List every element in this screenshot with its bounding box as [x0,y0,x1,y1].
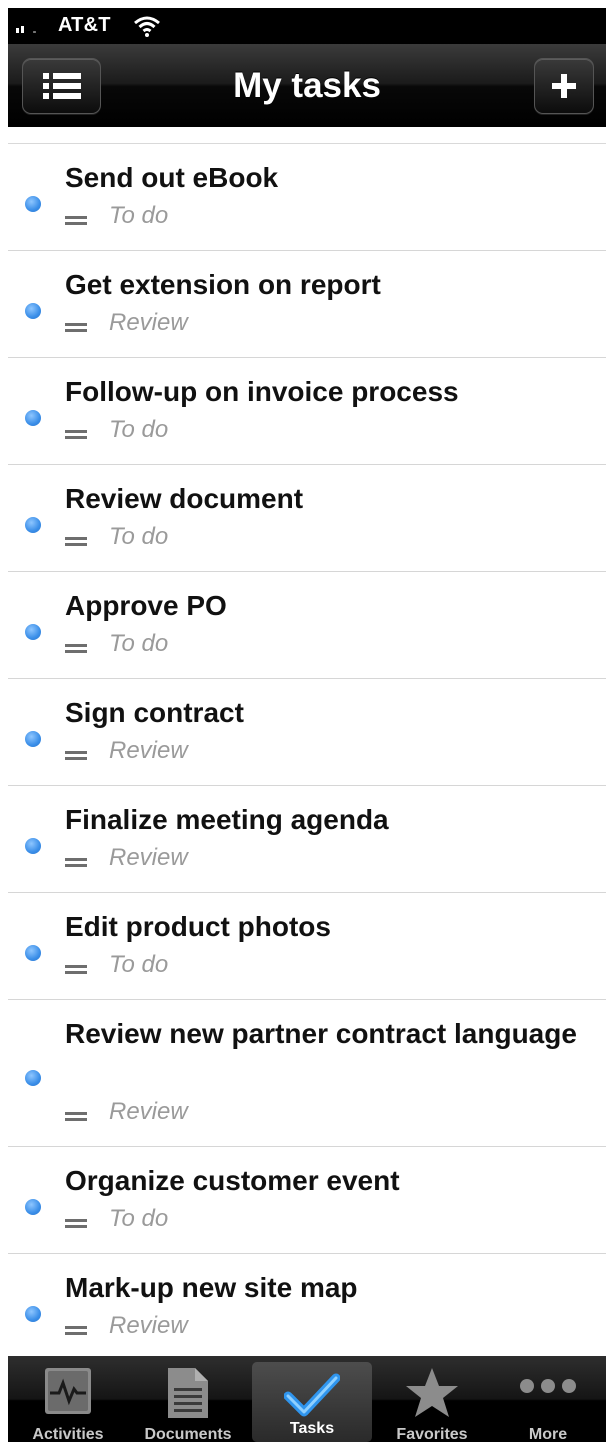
task-title: Organize customer event [65,1165,400,1196]
task-status: Review [65,844,188,872]
unread-dot-icon [25,945,41,961]
task-status: Review [65,309,188,337]
tab-favorites[interactable]: Favorites [372,1356,492,1442]
priority-lines-icon [65,213,87,228]
wifi-icon [134,16,160,37]
unread-dot-icon [25,196,41,212]
task-status-label: To do [109,202,169,229]
task-status: Review [65,737,188,765]
tab-bar: Activities Documents Tasks Favorites Mor… [8,1356,606,1442]
task-title: Edit product photos [65,911,331,942]
priority-lines-icon [65,427,87,442]
task-title: Get extension on report [65,269,381,300]
unread-dot-icon [25,1070,41,1086]
unread-dot-icon [25,838,41,854]
unread-dot-icon [25,624,41,640]
task-row[interactable]: Organize customer event To do [8,1147,606,1254]
priority-lines-icon [65,748,87,763]
unread-dot-icon [25,410,41,426]
task-row[interactable]: Review new partner contract language Rev… [8,1000,606,1147]
task-list: Send out eBook To do Get extension on re… [8,143,606,1361]
task-row[interactable]: Follow-up on invoice process To do [8,358,606,465]
more-dots-icon [520,1379,576,1393]
task-status-label: To do [109,951,169,978]
task-title: Follow-up on invoice process [65,376,459,407]
page-title: My tasks [233,66,381,105]
task-status-label: Review [109,844,188,871]
task-status-label: Review [109,309,188,336]
task-title: Review document [65,483,304,514]
tab-activities[interactable]: Activities [8,1356,128,1442]
task-title: Send out eBook [65,162,279,193]
task-row[interactable]: Review document To do [8,465,606,572]
task-status: To do [65,416,168,444]
task-title: Finalize meeting agenda [65,804,389,835]
priority-lines-icon [65,641,87,656]
task-status: To do [65,951,168,979]
task-row[interactable]: Sign contract Review [8,679,606,786]
task-status-label: To do [109,630,169,657]
task-status: To do [65,1205,168,1233]
unread-dot-icon [25,303,41,319]
tab-label: More [528,1426,568,1442]
task-title: Mark-up new site map [65,1272,358,1303]
status-bar: AT&T [8,8,606,44]
unread-dot-icon [25,731,41,747]
add-task-button[interactable] [534,58,594,114]
star-icon [406,1368,458,1417]
unread-dot-icon [25,1306,41,1322]
priority-lines-icon [65,1323,87,1338]
priority-lines-icon [65,534,87,549]
task-row[interactable]: Send out eBook To do [8,144,606,251]
priority-lines-icon [65,855,87,870]
unread-dot-icon [25,1199,41,1215]
task-row[interactable]: Mark-up new site map Review [8,1254,606,1361]
carrier-name: AT&T [58,14,111,36]
task-row[interactable]: Edit product photos To do [8,893,606,1000]
task-title: Sign contract [65,697,244,728]
task-row[interactable]: Finalize meeting agenda Review [8,786,606,893]
task-status: To do [65,630,168,658]
priority-lines-icon [65,1216,87,1231]
navigation-bar: My tasks [8,44,606,127]
tab-more[interactable]: More [488,1356,606,1442]
task-title: Approve PO [65,590,227,621]
task-status: Review [65,1098,188,1126]
tab-label: Documents [144,1426,232,1442]
activity-icon [45,1368,91,1414]
tab-label: Favorites [396,1426,468,1442]
task-status: Review [65,1312,188,1340]
task-status: To do [65,202,168,230]
signal-strength-icon [16,17,36,33]
task-status-label: Review [109,1098,188,1125]
tab-tasks[interactable]: Tasks [252,1362,372,1442]
task-status-label: Review [109,737,188,764]
task-row[interactable]: Get extension on report Review [8,251,606,358]
app-frame: AT&T My tasks Send out eBook To do Get e… [8,8,606,1442]
checkmark-icon [284,1373,340,1417]
tab-label: Tasks [289,1420,335,1437]
task-status: To do [65,523,168,551]
task-row[interactable]: Approve PO To do [8,572,606,679]
task-status-label: Review [109,1312,188,1339]
unread-dot-icon [25,517,41,533]
task-status-label: To do [109,416,169,443]
priority-lines-icon [65,962,87,977]
task-status-label: To do [109,1205,169,1232]
tab-label: Activities [32,1426,104,1442]
document-icon [168,1368,208,1418]
priority-lines-icon [65,1109,87,1124]
task-title: Review new partner contract language [65,1018,577,1049]
tab-documents[interactable]: Documents [128,1356,248,1442]
task-status-label: To do [109,523,169,550]
priority-lines-icon [65,320,87,335]
plus-icon [552,74,576,98]
